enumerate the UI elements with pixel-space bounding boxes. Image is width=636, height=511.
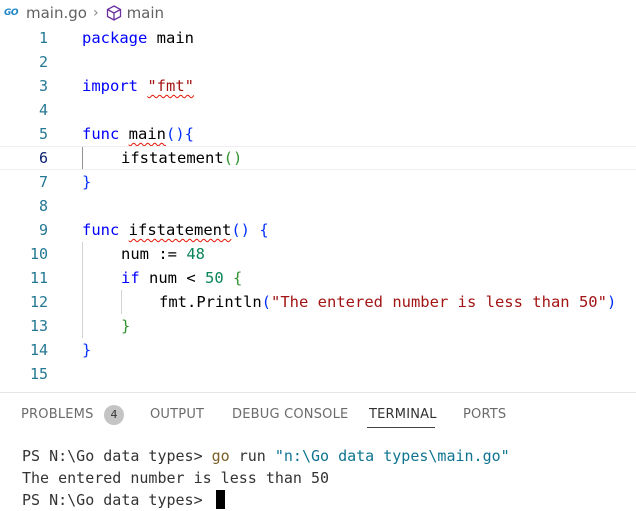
code-line: 14 } <box>0 338 636 362</box>
line-number: 12 <box>29 293 48 311</box>
terminal-cursor <box>215 490 225 509</box>
tab-output[interactable]: OUTPUT <box>150 407 204 422</box>
line-number: 8 <box>38 197 48 215</box>
code-line: 15 <box>0 362 636 386</box>
line-number: 3 <box>38 77 48 95</box>
code-line: 3 import "fmt" <box>0 74 636 98</box>
line-number: 14 <box>29 341 48 359</box>
line-number: 15 <box>29 365 48 383</box>
code-line-current: 6 ifstatement() <box>0 146 636 170</box>
panel-tabs: PROBLEMS 4 OUTPUT DEBUG CONSOLE TERMINAL… <box>0 393 636 437</box>
code-line: 9 func ifstatement() { <box>0 218 636 242</box>
code-line: 13 } <box>0 314 636 338</box>
code-line: 5 func main(){ <box>0 122 636 146</box>
bottom-panel: PROBLEMS 4 OUTPUT DEBUG CONSOLE TERMINAL… <box>0 392 636 511</box>
line-number: 11 <box>29 269 48 287</box>
code-line: 11 if num < 50 { <box>0 266 636 290</box>
problems-count-badge: 4 <box>104 405 124 425</box>
line-number: 4 <box>38 101 48 119</box>
line-number: 2 <box>38 53 48 71</box>
code-line: 10 num := 48 <box>0 242 636 266</box>
tab-terminal[interactable]: TERMINAL <box>369 407 437 422</box>
code-line: 1 package main <box>0 26 636 50</box>
chevron-right-icon: › <box>92 5 99 21</box>
terminal-line: PS N:\Go data types> <box>22 489 510 511</box>
tab-ports[interactable]: PORTS <box>463 407 506 422</box>
code-line: 2 <box>0 50 636 74</box>
line-number: 10 <box>29 245 48 263</box>
breadcrumb-file[interactable]: main.go <box>26 4 87 22</box>
terminal-line: PS N:\Go data types> go run "n:\Go data … <box>22 447 510 465</box>
breadcrumb-symbol[interactable]: main <box>127 4 164 22</box>
breadcrumb: GO main.go › main <box>0 0 636 26</box>
method-cube-icon <box>106 5 121 21</box>
code-line: 8 <box>0 194 636 218</box>
code-line: 12 fmt.Println("The entered number is le… <box>0 290 636 314</box>
code-editor[interactable]: 1 package main 2 3 import "fmt" 4 5 func… <box>0 26 636 392</box>
terminal-line: The entered number is less than 50 <box>22 469 330 487</box>
tab-problems[interactable]: PROBLEMS <box>21 407 94 422</box>
code-line: 4 <box>0 98 636 122</box>
tab-debug-console[interactable]: DEBUG CONSOLE <box>232 407 348 422</box>
go-file-icon: GO <box>4 8 19 18</box>
line-number: 7 <box>38 173 48 191</box>
vscode-window: GO main.go › main 1 package main 2 3 imp… <box>0 0 636 511</box>
code-line: 7 } <box>0 170 636 194</box>
line-number: 13 <box>29 317 48 335</box>
line-number: 6 <box>38 149 48 167</box>
terminal-output[interactable]: PS N:\Go data types> go run "n:\Go data … <box>22 445 510 511</box>
line-number: 5 <box>38 125 48 143</box>
line-number: 9 <box>38 221 48 239</box>
active-tab-indicator <box>367 427 435 428</box>
line-number: 1 <box>38 29 48 47</box>
